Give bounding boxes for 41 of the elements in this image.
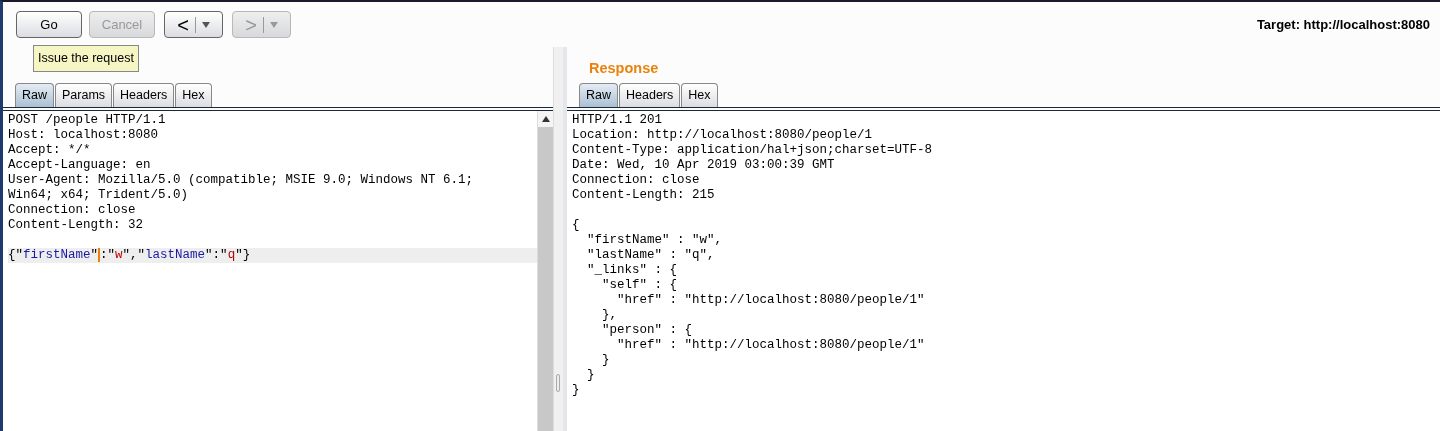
code-line: } <box>572 383 581 398</box>
code-line: Connection: close <box>572 173 701 188</box>
code-line: Accept: */* <box>8 143 92 158</box>
code-line: "href" : "http://localhost:8080/people/1" <box>616 338 926 353</box>
code-line: }, <box>601 308 618 323</box>
code-line: "self" : { <box>601 278 679 293</box>
tab[interactable]: Raw <box>579 83 618 107</box>
code-line: "href" : "http://localhost:8080/people/1" <box>616 293 926 308</box>
code-line: "firstName" : "w", <box>586 233 724 248</box>
target-label: Target: http://localhost:8080 <box>1256 15 1430 34</box>
dropdown-icon <box>201 21 210 28</box>
tab[interactable]: Hex <box>681 83 718 107</box>
code-line: { <box>572 218 581 233</box>
dropdown-icon <box>269 21 278 28</box>
code-line: Location: http://localhost:8080/people/1 <box>572 128 874 143</box>
tab[interactable]: Headers <box>113 83 175 107</box>
tab[interactable]: Raw <box>15 83 54 107</box>
code-line: Accept-Language: en <box>8 158 152 173</box>
go-button[interactable]: Go <box>16 11 82 38</box>
code-line: User-Agent: Mozilla/5.0 (compatible; MSIE 9.0; Windows NT 6.1; <box>8 173 475 188</box>
code-line: "person" : { <box>601 323 694 338</box>
tooltip: Issue the request <box>33 45 139 72</box>
code-line: Content-Length: 215 <box>572 188 716 203</box>
code-line: Win64; x64; Trident/5.0) <box>8 188 190 203</box>
code-line: HTTP/1.1 201 <box>572 113 663 128</box>
code-line: } <box>601 353 611 368</box>
tab[interactable]: Params <box>55 83 113 107</box>
code-line: "_links" : { <box>586 263 679 278</box>
code-line: Content-Type: application/hal+json;charset=UTF-8 <box>572 143 934 158</box>
pane-title: Response <box>589 59 660 78</box>
code-line: Connection: close <box>8 203 137 218</box>
code-line: Host: localhost:8080 <box>8 128 160 143</box>
code-line: POST /people HTTP/1.1 <box>8 113 167 128</box>
code-line: Content-Length: 32 <box>8 218 145 233</box>
code-line: "lastName" : "q", <box>586 248 716 263</box>
code-line: } <box>586 368 596 383</box>
back-button[interactable]: < <box>164 11 223 38</box>
tab[interactable]: Headers <box>619 83 681 107</box>
code-line: Date: Wed, 10 Apr 2019 03:00:39 GMT <box>572 158 836 173</box>
tab[interactable]: Hex <box>175 83 212 107</box>
up-arrow-icon[interactable] <box>541 116 550 122</box>
